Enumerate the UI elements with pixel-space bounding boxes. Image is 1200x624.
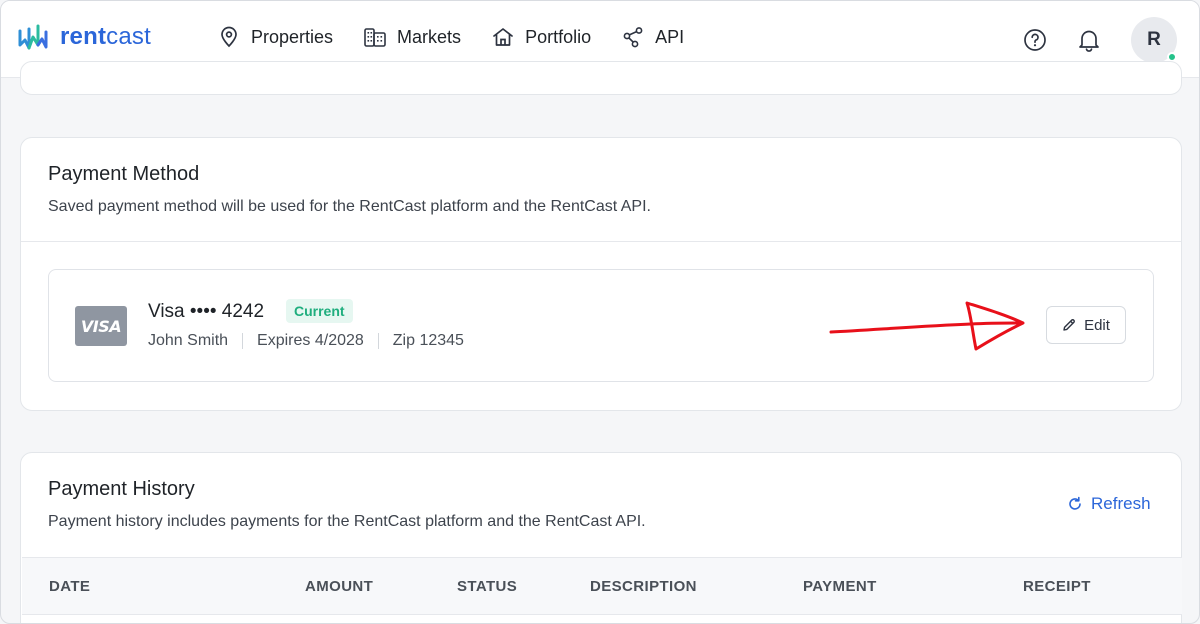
card-name: Visa •••• 4242 [148, 301, 265, 322]
meta-divider [377, 333, 379, 349]
rentcast-logo[interactable]: rentcast [18, 23, 151, 51]
brand-name-part1: rent [60, 23, 107, 50]
buildings-icon [363, 25, 387, 49]
current-status-badge: Current [286, 299, 353, 323]
payment-history-title: Payment History [48, 478, 195, 500]
avatar-initial: R [1147, 29, 1161, 50]
column-header-date[interactable]: DATE [49, 578, 90, 595]
column-header-status[interactable]: STATUS [457, 578, 517, 595]
card-holder: John Smith [148, 332, 229, 349]
column-header-receipt[interactable]: RECEIPT [1023, 578, 1091, 595]
payment-method-card: Payment Method Saved payment method will… [20, 137, 1182, 411]
help-circle-icon[interactable] [1023, 28, 1047, 52]
previous-section-card [20, 61, 1182, 95]
bell-icon[interactable] [1077, 28, 1101, 52]
nav-item-label: Markets [397, 26, 462, 47]
card-expiry: Expires 4/2028 [257, 332, 364, 349]
payment-history-subtitle: Payment history includes payments for th… [48, 513, 646, 530]
payment-method-title: Payment Method [48, 163, 200, 185]
brand-name-part2: cast [106, 23, 151, 50]
header-actions: R [1023, 17, 1177, 63]
section-divider [21, 241, 1181, 242]
edit-payment-button[interactable]: Edit [1046, 306, 1126, 344]
user-avatar[interactable]: R [1131, 17, 1177, 63]
visa-card-icon: VISA [75, 306, 127, 346]
nav-item-label: API [655, 26, 685, 47]
main-nav: Properties Markets Portfolio API [217, 25, 714, 49]
refresh-button[interactable]: Refresh [1067, 494, 1151, 514]
share-nodes-icon [621, 25, 645, 49]
payment-method-subtitle: Saved payment method will be used for th… [48, 198, 651, 215]
logo-icon [18, 24, 48, 50]
refresh-label: Refresh [1091, 494, 1151, 513]
column-header-payment[interactable]: PAYMENT [803, 578, 877, 595]
annotation-arrow [829, 301, 1025, 351]
history-table-header: DATE AMOUNT STATUS DESCRIPTION PAYMENT R… [22, 557, 1182, 615]
map-pin-icon [217, 25, 241, 49]
nav-item-api[interactable]: API [621, 25, 684, 49]
meta-divider [242, 333, 244, 349]
column-header-description[interactable]: DESCRIPTION [590, 578, 697, 595]
column-header-amount[interactable]: AMOUNT [305, 578, 373, 595]
brand-name: rentcast [60, 23, 151, 51]
refresh-icon [1069, 496, 1081, 510]
card-meta: John Smith Expires 4/2028 Zip 12345 [148, 332, 464, 350]
nav-item-label: Portfolio [525, 26, 592, 47]
nav-item-properties[interactable]: Properties [217, 25, 333, 49]
nav-item-label: Properties [251, 26, 334, 47]
payment-history-card: Payment History Payment history includes… [20, 452, 1182, 623]
edit-button-label: Edit [1084, 316, 1110, 334]
nav-item-markets[interactable]: Markets [363, 25, 461, 49]
nav-item-portfolio[interactable]: Portfolio [491, 25, 591, 49]
card-zip: Zip 12345 [392, 332, 464, 349]
pencil-icon [1063, 319, 1075, 331]
home-icon [491, 25, 515, 49]
app-window: rentcast Properties Markets Portfolio AP… [0, 0, 1200, 624]
